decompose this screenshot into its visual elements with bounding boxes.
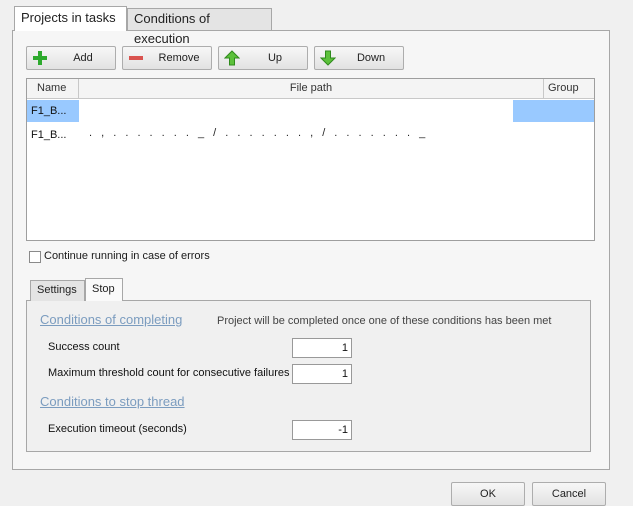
row-path-cell	[79, 100, 544, 122]
down-label: Down	[356, 52, 386, 64]
conditions-completing-title: Conditions of completing	[40, 312, 183, 327]
ok-button[interactable]: OK	[451, 482, 525, 506]
failures-threshold-input[interactable]: 1	[292, 364, 352, 384]
down-button[interactable]: Down	[314, 46, 404, 70]
column-header-group[interactable]: Group	[544, 79, 594, 99]
plus-icon	[32, 50, 48, 66]
success-count-input[interactable]: 1	[292, 338, 352, 358]
tab-projects-in-tasks[interactable]: Projects in tasks	[14, 6, 127, 31]
tab-conditions-of-execution[interactable]: Conditions of execution	[127, 8, 272, 46]
success-count-label: Success count	[48, 341, 120, 353]
row-group-cell	[544, 124, 594, 146]
continue-on-error-label: Continue running in case of errors	[44, 250, 210, 262]
up-button[interactable]: Up	[218, 46, 308, 70]
cancel-button[interactable]: Cancel	[532, 482, 606, 506]
tab-settings[interactable]: Settings	[30, 280, 85, 301]
table-row[interactable]: F1_B... . , . . . . . . . _ / . . . . . …	[27, 124, 594, 146]
row-path-cell: . , . . . . . . . _ / . . . . . . . , / …	[89, 127, 429, 139]
conditions-completing-note: Project will be completed once one of th…	[217, 315, 552, 327]
add-button[interactable]: Add	[26, 46, 116, 70]
conditions-stop-thread-title: Conditions to stop thread	[40, 394, 185, 409]
projects-grid: Name File path Group F1_B... F1_B... . ,…	[26, 78, 595, 241]
continue-on-error-checkbox[interactable]	[29, 251, 41, 263]
arrow-up-icon	[223, 50, 241, 66]
remove-label: Remove	[158, 52, 200, 64]
execution-timeout-input[interactable]: -1	[292, 420, 352, 440]
row-name-cell: F1_B...	[27, 100, 79, 122]
remove-button[interactable]: Remove	[122, 46, 212, 70]
column-header-file-path[interactable]: File path	[79, 79, 544, 99]
arrow-down-icon	[319, 50, 337, 66]
row-name-cell: F1_B...	[31, 129, 67, 141]
execution-timeout-label: Execution timeout (seconds)	[48, 423, 187, 435]
tab-stop[interactable]: Stop	[85, 278, 123, 301]
table-row[interactable]: F1_B...	[27, 100, 594, 122]
row-group-cell	[513, 100, 594, 122]
minus-icon	[128, 50, 144, 66]
add-label: Add	[73, 52, 93, 64]
failures-threshold-label: Maximum threshold count for consecutive …	[48, 367, 290, 379]
column-header-name[interactable]: Name	[27, 79, 79, 99]
up-label: Up	[267, 52, 283, 64]
